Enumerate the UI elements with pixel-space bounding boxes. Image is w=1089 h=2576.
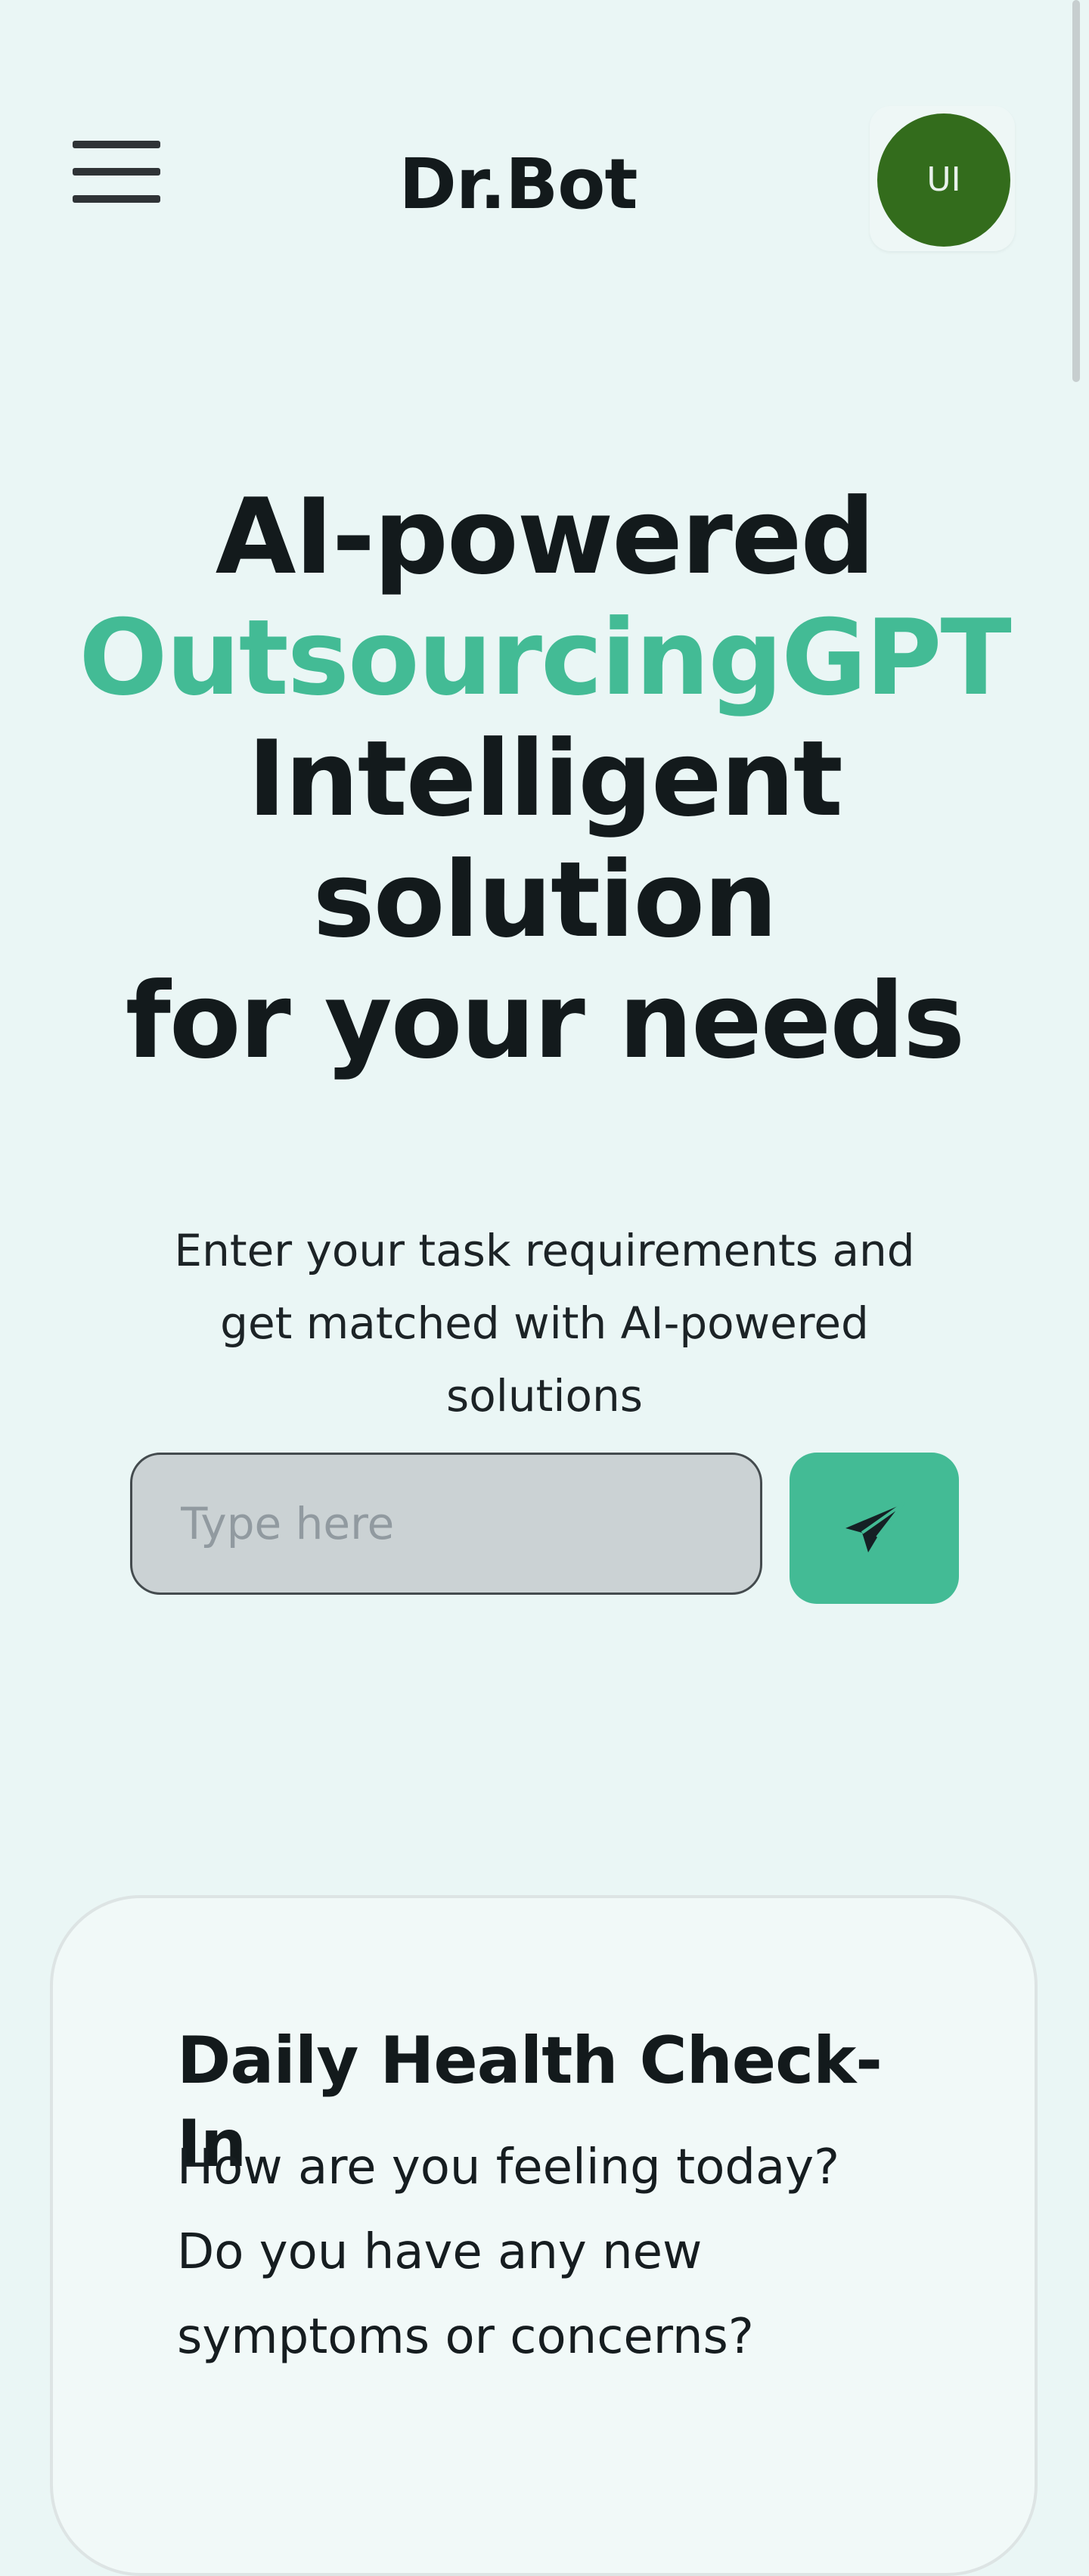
hero-line-1: AI-powered	[215, 476, 876, 598]
hero-headline: AI-powered OutsourcingGPT Intelligent so…	[0, 477, 1089, 1082]
menu-line	[73, 168, 160, 176]
hamburger-menu-icon[interactable]	[68, 136, 165, 207]
menu-line	[73, 141, 160, 148]
daily-health-checkin-card: Daily Health Check-In How are you feelin…	[50, 1895, 1038, 2576]
send-button[interactable]	[790, 1453, 959, 1604]
menu-line	[73, 195, 160, 203]
card-body-text: How are you feeling today? Do you have a…	[177, 2139, 840, 2365]
scrollbar-thumb[interactable]	[1072, 0, 1080, 382]
paper-plane-send-icon	[845, 1502, 904, 1552]
avatar-container: UI	[870, 106, 1015, 251]
task-prompt-text: Enter your task requirements and get mat…	[174, 1225, 915, 1422]
task-input[interactable]	[130, 1453, 762, 1595]
hero-line-4: for your needs	[125, 960, 965, 1082]
hero-accent-line: OutsourcingGPT	[79, 597, 1011, 719]
top-navigation-bar: Dr.Bot UI	[0, 0, 1089, 363]
page-scrollbar[interactable]	[1069, 0, 1089, 2421]
hero-line-3: Intelligent solution	[247, 718, 843, 961]
user-avatar[interactable]: UI	[877, 113, 1010, 247]
brand-title[interactable]: Dr.Bot	[393, 142, 643, 227]
